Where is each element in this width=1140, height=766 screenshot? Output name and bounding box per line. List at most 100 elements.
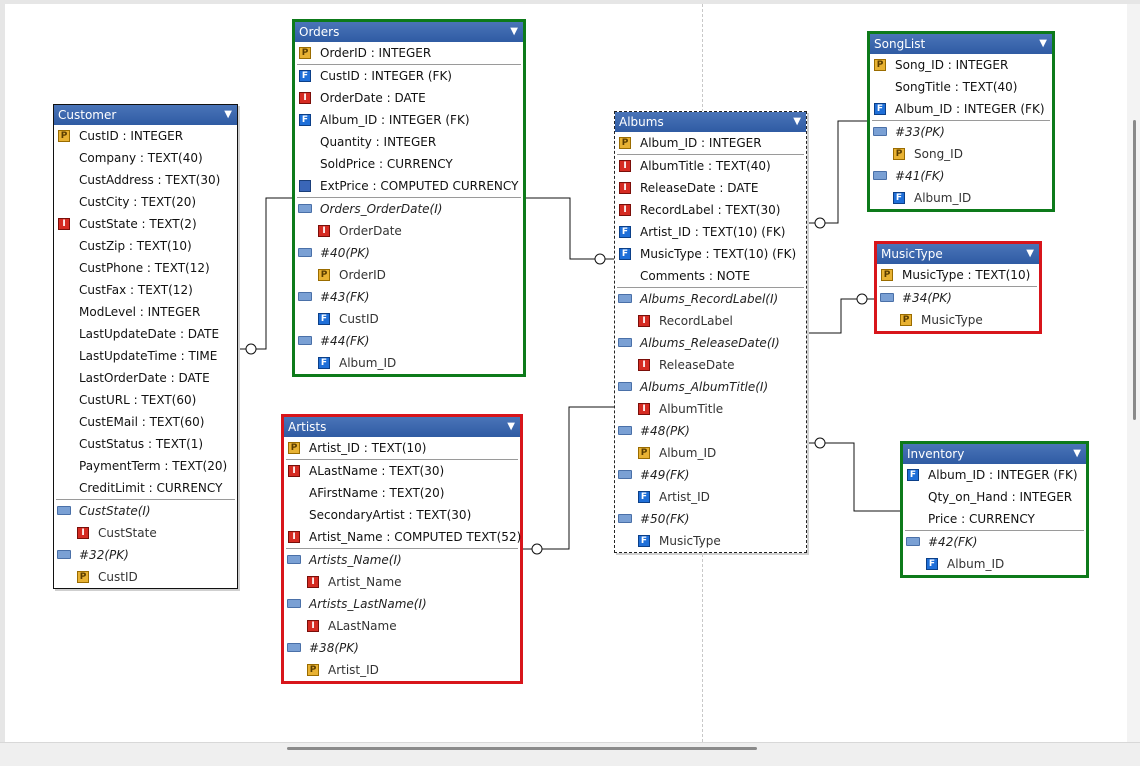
index-row[interactable]: #33(PK) — [870, 121, 1052, 143]
index-column-row[interactable]: I RecordLabel — [615, 310, 806, 332]
table-header[interactable]: MusicType ▼ — [877, 244, 1039, 264]
relationship-artists-albums[interactable] — [523, 406, 614, 550]
table-header[interactable]: Orders ▼ — [295, 22, 523, 42]
index-row[interactable]: Albums_RecordLabel(I) — [615, 288, 806, 310]
index-row[interactable]: #38(PK) — [284, 637, 520, 659]
column-row[interactable]: P OrderID : INTEGER — [295, 42, 523, 64]
index-row[interactable]: #42(FK) — [903, 531, 1086, 553]
chevron-down-icon[interactable]: ▼ — [793, 112, 801, 132]
index-row[interactable]: Artists_Name(I) — [284, 549, 520, 571]
column-row[interactable]: AFirstName : TEXT(20) — [284, 482, 520, 504]
column-row[interactable]: SoldPrice : CURRENCY — [295, 153, 523, 175]
diagram-canvas[interactable]: Customer ▼ P CustID : INTEGER Company : TEXT… — [0, 0, 1140, 766]
index-column-row[interactable]: P Song_ID — [870, 143, 1052, 165]
index-column-row[interactable]: P Album_ID — [615, 442, 806, 464]
index-column-row[interactable]: F Album_ID — [295, 352, 523, 374]
column-row[interactable]: LastOrderDate : DATE — [54, 367, 237, 389]
table-albums[interactable]: Albums ▼ P Album_ID : INTEGER I AlbumTitle : … — [614, 111, 807, 553]
table-header[interactable]: Albums ▼ — [615, 112, 806, 132]
table-customer[interactable]: Customer ▼ P CustID : INTEGER Company : TEXT… — [53, 104, 238, 589]
index-row[interactable]: Albums_ReleaseDate(I) — [615, 332, 806, 354]
chevron-down-icon[interactable]: ▼ — [1073, 444, 1081, 464]
table-orders[interactable]: Orders ▼ P OrderID : INTEGER F CustID : INTEG… — [292, 19, 526, 377]
index-column-row[interactable]: I AlbumTitle — [615, 398, 806, 420]
column-row[interactable]: SongTitle : TEXT(40) — [870, 76, 1052, 98]
column-row[interactable]: CustStatus : TEXT(1) — [54, 433, 237, 455]
column-row[interactable]: I OrderDate : DATE — [295, 87, 523, 109]
column-row[interactable]: CreditLimit : CURRENCY — [54, 477, 237, 499]
index-column-row[interactable]: P OrderID — [295, 264, 523, 286]
column-row[interactable]: P Song_ID : INTEGER — [870, 54, 1052, 76]
column-row[interactable]: ExtPrice : COMPUTED CURRENCY — [295, 175, 523, 197]
horizontal-scroll-thumb[interactable] — [287, 747, 757, 750]
index-row[interactable]: Artists_LastName(I) — [284, 593, 520, 615]
column-row[interactable]: I AlbumTitle : TEXT(40) — [615, 155, 806, 177]
column-row[interactable]: SecondaryArtist : TEXT(30) — [284, 504, 520, 526]
table-musictype[interactable]: MusicType ▼ P MusicType : TEXT(10) #34(PK) P M… — [874, 241, 1042, 334]
index-column-row[interactable]: P MusicType — [877, 309, 1039, 331]
relationship-orders-albums[interactable] — [526, 197, 614, 260]
column-row[interactable]: I ReleaseDate : DATE — [615, 177, 806, 199]
index-row[interactable]: #32(PK) — [54, 544, 237, 566]
index-column-row[interactable]: I OrderDate — [295, 220, 523, 242]
chevron-down-icon[interactable]: ▼ — [1026, 244, 1034, 264]
column-row[interactable]: CustURL : TEXT(60) — [54, 389, 237, 411]
index-column-row[interactable]: P CustID — [54, 566, 237, 588]
column-row[interactable]: I RecordLabel : TEXT(30) — [615, 199, 806, 221]
column-row[interactable]: P Artist_ID : TEXT(10) — [284, 437, 520, 459]
chevron-down-icon[interactable]: ▼ — [1039, 34, 1047, 54]
column-row[interactable]: P MusicType : TEXT(10) — [877, 264, 1039, 286]
column-row[interactable]: CustCity : TEXT(20) — [54, 191, 237, 213]
column-row[interactable]: CustZip : TEXT(10) — [54, 235, 237, 257]
column-row[interactable]: I Artist_Name : COMPUTED TEXT(52) — [284, 526, 521, 548]
table-header[interactable]: SongList ▼ — [870, 34, 1052, 54]
index-row[interactable]: CustState(I) — [54, 500, 237, 522]
column-row[interactable]: Price : CURRENCY — [903, 508, 1086, 530]
column-row[interactable]: ModLevel : INTEGER — [54, 301, 237, 323]
column-row[interactable]: Quantity : INTEGER — [295, 131, 523, 153]
column-row[interactable]: Comments : NOTE — [615, 265, 806, 287]
index-row[interactable]: Orders_OrderDate(I) — [295, 198, 523, 220]
chevron-down-icon[interactable]: ▼ — [510, 22, 518, 42]
table-header[interactable]: Customer ▼ — [54, 105, 237, 125]
column-row[interactable]: I CustState : TEXT(2) — [54, 213, 237, 235]
index-column-row[interactable]: I ALastName — [284, 615, 520, 637]
table-songlist[interactable]: SongList ▼ P Song_ID : INTEGER SongTitle : T… — [867, 31, 1055, 212]
chevron-down-icon[interactable]: ▼ — [224, 105, 232, 125]
column-row[interactable]: LastUpdateDate : DATE — [54, 323, 237, 345]
column-row[interactable]: F Album_ID : INTEGER (FK) — [903, 464, 1086, 486]
index-column-row[interactable]: I CustState — [54, 522, 237, 544]
table-header[interactable]: Inventory ▼ — [903, 444, 1086, 464]
column-row[interactable]: F MusicType : TEXT(10) (FK) — [615, 243, 806, 265]
horizontal-scrollbar[interactable] — [0, 742, 1140, 766]
index-column-row[interactable]: I Artist_Name — [284, 571, 520, 593]
index-row[interactable]: #34(PK) — [877, 287, 1039, 309]
column-row[interactable]: F CustID : INTEGER (FK) — [295, 65, 523, 87]
column-row[interactable]: P CustID : INTEGER — [54, 125, 237, 147]
column-row[interactable]: I ALastName : TEXT(30) — [284, 460, 520, 482]
column-row[interactable]: F Album_ID : INTEGER (FK) — [870, 98, 1052, 120]
vertical-scroll-thumb[interactable] — [1133, 120, 1136, 420]
column-row[interactable]: CustEMail : TEXT(60) — [54, 411, 237, 433]
column-row[interactable]: F Artist_ID : TEXT(10) (FK) — [615, 221, 806, 243]
relationship-customer-orders[interactable] — [238, 197, 292, 350]
relationship-albums-inventory[interactable] — [807, 442, 900, 512]
index-column-row[interactable]: I ReleaseDate — [615, 354, 806, 376]
index-column-row[interactable]: F Album_ID — [870, 187, 1052, 209]
index-row[interactable]: #49(FK) — [615, 464, 806, 486]
index-column-row[interactable]: F Album_ID — [903, 553, 1086, 575]
index-row[interactable]: #44(FK) — [295, 330, 523, 352]
index-row[interactable]: #50(FK) — [615, 508, 806, 530]
index-column-row[interactable]: F CustID — [295, 308, 523, 330]
column-row[interactable]: LastUpdateTime : TIME — [54, 345, 237, 367]
column-row[interactable]: PaymentTerm : TEXT(20) — [54, 455, 237, 477]
index-row[interactable]: #43(FK) — [295, 286, 523, 308]
column-row[interactable]: Qty_on_Hand : INTEGER — [903, 486, 1086, 508]
table-inventory[interactable]: Inventory ▼ F Album_ID : INTEGER (FK) Qty_on… — [900, 441, 1089, 578]
column-row[interactable]: F Album_ID : INTEGER (FK) — [295, 109, 523, 131]
index-column-row[interactable]: F MusicType — [615, 530, 806, 552]
column-row[interactable]: CustAddress : TEXT(30) — [54, 169, 237, 191]
index-column-row[interactable]: P Artist_ID — [284, 659, 520, 681]
table-header[interactable]: Artists ▼ — [284, 417, 520, 437]
table-artists[interactable]: Artists ▼ P Artist_ID : TEXT(10) I ALastName … — [281, 414, 523, 684]
